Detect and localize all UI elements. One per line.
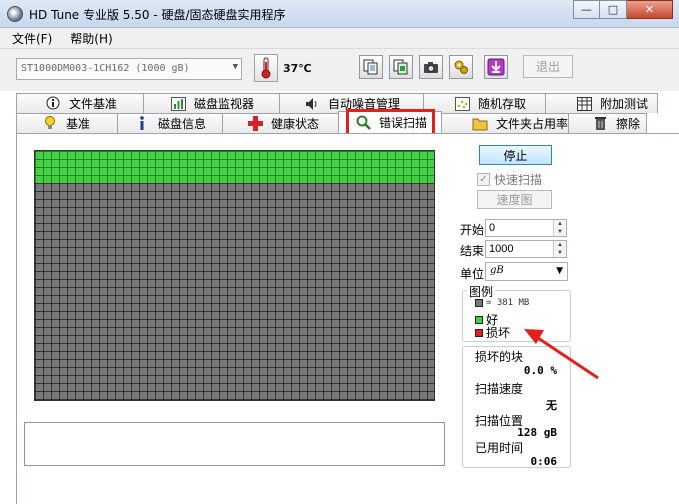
scan-speed-value: 无 bbox=[546, 399, 557, 412]
spin-down-icon: ▼ bbox=[554, 249, 566, 257]
trash-icon bbox=[592, 116, 608, 131]
end-value: 1000 bbox=[489, 243, 514, 255]
tabs-row-1: 文件基准 磁盘监视器 自动噪音管理 随机存取 附加测试 bbox=[16, 93, 658, 113]
toolbar: ST1000DM003-1CH162 (1000 gB) ▼ 37℃ 退出 bbox=[0, 49, 679, 91]
tabs-row-2: 基准 磁盘信息 健康状态 错误扫描 文件夹占用率 擦除 bbox=[16, 111, 647, 133]
good-swatch bbox=[475, 315, 483, 324]
options-button[interactable] bbox=[449, 55, 473, 79]
tab-random-access[interactable]: 随机存取 bbox=[423, 93, 546, 113]
grid-icon bbox=[576, 96, 592, 111]
damaged-blocks-label: 损坏的块 bbox=[475, 350, 524, 364]
legend-block-size: = 381 MB bbox=[475, 298, 529, 308]
tab-label: 磁盘信息 bbox=[158, 117, 207, 131]
start-value: 0 bbox=[489, 222, 496, 234]
end-input[interactable]: 1000 ▲ ▼ bbox=[485, 240, 567, 258]
info-icon bbox=[45, 96, 61, 111]
tab-label: 健康状态 bbox=[271, 117, 320, 131]
tab-folder-usage[interactable]: 文件夹占用率 bbox=[441, 113, 569, 133]
save-button[interactable] bbox=[484, 55, 508, 79]
speaker-icon bbox=[304, 96, 320, 111]
scan-position-value: 128 gB bbox=[517, 426, 557, 439]
options-icon bbox=[454, 60, 468, 74]
unit-select[interactable]: gB ▼ bbox=[485, 262, 568, 281]
copy-text-icon bbox=[363, 59, 378, 75]
tab-file-benchmark[interactable]: 文件基准 bbox=[16, 93, 144, 113]
speed-map-button[interactable]: 速度图 bbox=[477, 190, 552, 209]
menu-help[interactable]: 帮助(H) bbox=[70, 30, 112, 47]
temperature-value: 37℃ bbox=[283, 62, 312, 75]
temperature-button[interactable] bbox=[254, 54, 278, 82]
info-icon bbox=[134, 116, 150, 131]
scanned-good-blocks bbox=[35, 151, 434, 183]
tab-erase[interactable]: 擦除 bbox=[568, 113, 647, 133]
start-spinner[interactable]: ▲ ▼ bbox=[553, 220, 566, 236]
close-button[interactable]: ✕ bbox=[627, 0, 673, 19]
scan-log-area bbox=[24, 422, 445, 466]
scan-speed-label: 扫描速度 bbox=[475, 382, 524, 396]
end-spinner[interactable]: ▲ ▼ bbox=[553, 241, 566, 257]
copy-text-button[interactable] bbox=[359, 55, 383, 79]
tab-label: 基准 bbox=[66, 117, 91, 131]
block-swatch bbox=[475, 299, 483, 307]
start-input[interactable]: 0 ▲ ▼ bbox=[485, 219, 567, 237]
chevron-down-icon: ▼ bbox=[232, 62, 238, 72]
spin-up-icon: ▲ bbox=[554, 220, 566, 228]
damaged-label: 损坏 bbox=[486, 326, 511, 340]
quick-scan-checkbox[interactable]: ✓ 快速扫描 bbox=[477, 171, 542, 188]
tab-label: 附加测试 bbox=[600, 97, 649, 111]
tab-label: 文件夹占用率 bbox=[496, 117, 569, 131]
quick-scan-label: 快速扫描 bbox=[494, 173, 543, 187]
copy-screenshot-icon bbox=[393, 59, 408, 75]
chevron-down-icon: ▼ bbox=[556, 266, 563, 276]
menu-bar: 文件(F) 帮助(H) bbox=[0, 28, 679, 49]
bar-chart-icon bbox=[170, 96, 186, 111]
unit-label: 单位 bbox=[460, 267, 485, 281]
tab-label: 随机存取 bbox=[478, 97, 527, 111]
drive-select[interactable]: ST1000DM003-1CH162 (1000 gB) ▼ bbox=[16, 58, 242, 80]
stop-button[interactable]: 停止 bbox=[479, 145, 552, 165]
exit-button[interactable]: 退出 bbox=[523, 55, 573, 78]
tab-health[interactable]: 健康状态 bbox=[222, 113, 339, 133]
camera-button[interactable] bbox=[419, 55, 443, 79]
start-label: 开始 bbox=[460, 223, 485, 237]
drive-select-value: ST1000DM003-1CH162 (1000 gB) bbox=[21, 63, 190, 74]
app-icon bbox=[7, 6, 23, 22]
window-title: HD Tune 专业版 5.50 - 硬盘/固态硬盘实用程序 bbox=[29, 8, 286, 22]
tab-disk-info[interactable]: 磁盘信息 bbox=[117, 113, 223, 133]
health-cross-icon bbox=[247, 116, 263, 131]
spin-down-icon: ▼ bbox=[554, 228, 566, 236]
title-bar: HD Tune 专业版 5.50 - 硬盘/固态硬盘实用程序 — □ ✕ bbox=[0, 0, 679, 28]
scan-position-label: 扫描位置 bbox=[475, 414, 524, 428]
tab-extra-tests[interactable]: 附加测试 bbox=[545, 93, 658, 113]
elapsed-time-label: 已用时间 bbox=[475, 441, 524, 455]
tab-disk-monitor[interactable]: 磁盘监视器 bbox=[143, 93, 280, 113]
lightbulb-icon bbox=[42, 116, 58, 131]
window-controls: — □ ✕ bbox=[573, 0, 673, 20]
tab-label: 磁盘监视器 bbox=[194, 97, 255, 111]
tab-benchmark[interactable]: 基准 bbox=[16, 113, 118, 133]
damaged-blocks-value: 0.0 % bbox=[523, 364, 557, 377]
block-size-text: = 381 MB bbox=[486, 298, 530, 308]
scan-block-grid bbox=[34, 150, 435, 401]
check-icon: ✓ bbox=[477, 173, 490, 186]
spin-up-icon: ▲ bbox=[554, 241, 566, 249]
folder-icon bbox=[472, 116, 488, 131]
elapsed-time-value: 0:06 bbox=[530, 455, 558, 468]
menu-file[interactable]: 文件(F) bbox=[12, 30, 52, 47]
save-icon bbox=[487, 58, 505, 76]
scatter-icon bbox=[454, 96, 470, 111]
tab-label: 擦除 bbox=[616, 117, 641, 131]
legend-damaged: 损坏 bbox=[475, 324, 510, 341]
end-label: 结束 bbox=[460, 244, 485, 258]
copy-screenshot-button[interactable] bbox=[389, 55, 413, 79]
maximize-button[interactable]: □ bbox=[600, 0, 627, 19]
camera-icon bbox=[424, 62, 438, 73]
thermometer-icon bbox=[261, 57, 271, 79]
damaged-swatch bbox=[475, 328, 483, 337]
tab-label: 文件基准 bbox=[69, 97, 118, 111]
minimize-button[interactable]: — bbox=[573, 0, 600, 19]
unit-value: gB bbox=[490, 265, 504, 276]
